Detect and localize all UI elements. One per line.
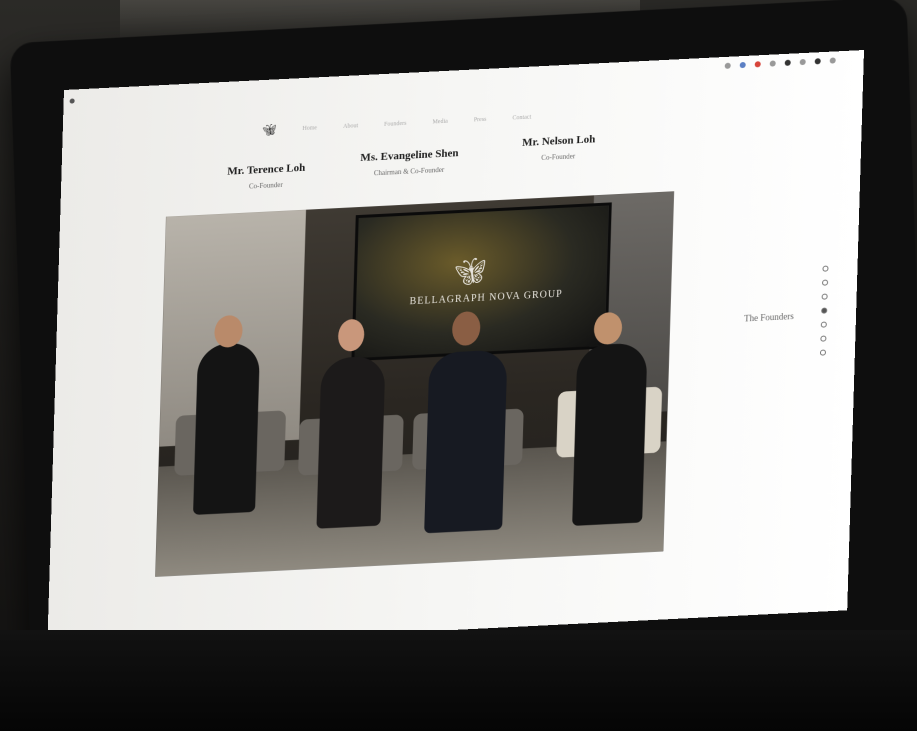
founder-role: Chairman & Co-Founder: [373, 165, 445, 178]
extension-icon[interactable]: [799, 58, 806, 66]
founder-card: Ms. Evangeline Shen Chairman & Co-Founde…: [344, 146, 475, 179]
extension-icon[interactable]: [769, 60, 776, 67]
tab-favicon-icon[interactable]: [69, 97, 75, 104]
nav-item-founders[interactable]: Founders: [384, 120, 407, 127]
pager-dot[interactable]: [821, 293, 828, 300]
site-navigation: 🦋︎ Home About Founders Media Press Conta…: [262, 111, 531, 137]
pager-dot[interactable]: [821, 279, 829, 286]
extension-icon[interactable]: [754, 61, 761, 68]
nav-item-about[interactable]: About: [343, 123, 358, 130]
pager-dot[interactable]: [819, 349, 827, 356]
butterfly-brand-icon: 🦋︎: [453, 255, 488, 288]
extension-icon[interactable]: [784, 59, 791, 66]
browser-viewport: 🦋︎ Home About Founders Media Press Conta…: [47, 50, 864, 650]
person: [193, 341, 261, 515]
butterfly-logo-icon[interactable]: 🦋︎: [262, 123, 276, 137]
person: [316, 355, 386, 529]
nav-item-contact[interactable]: Contact: [512, 114, 531, 121]
person: [424, 349, 508, 534]
founder-role: Co-Founder: [541, 152, 576, 162]
pager-dot[interactable]: [821, 307, 828, 314]
founders-photo: 🦋︎ BELLAGRAPH NOVA GROUP: [155, 191, 675, 577]
pager-dot[interactable]: [820, 335, 827, 342]
extension-icon[interactable]: [814, 58, 821, 65]
laptop-base: [0, 630, 917, 731]
profile-icon[interactable]: [829, 57, 836, 64]
founder-card: Mr. Nelson Loh Co-Founder: [503, 132, 614, 164]
laptop-screen: 🦋︎ Home About Founders Media Press Conta…: [47, 50, 864, 650]
pager-dot[interactable]: [822, 265, 829, 272]
founder-name: Mr. Terence Loh: [227, 161, 306, 178]
founder-role: Co-Founder: [248, 180, 283, 191]
section-label: The Founders: [743, 311, 795, 324]
founder-name: Mr. Nelson Loh: [521, 133, 596, 149]
extension-icon[interactable]: [739, 61, 746, 69]
section-pager: [819, 265, 829, 356]
nav-item-press[interactable]: Press: [474, 116, 487, 123]
nav-item-media[interactable]: Media: [432, 118, 448, 125]
person: [572, 342, 648, 526]
photo-scene: 🦋︎ Home About Founders Media Press Conta…: [0, 0, 917, 731]
pager-dot[interactable]: [820, 321, 827, 328]
nav-item-home[interactable]: Home: [302, 125, 317, 132]
extension-icon[interactable]: [724, 62, 731, 69]
founder-card: Mr. Terence Loh Co-Founder: [211, 161, 322, 193]
founder-name: Ms. Evangeline Shen: [360, 147, 459, 165]
